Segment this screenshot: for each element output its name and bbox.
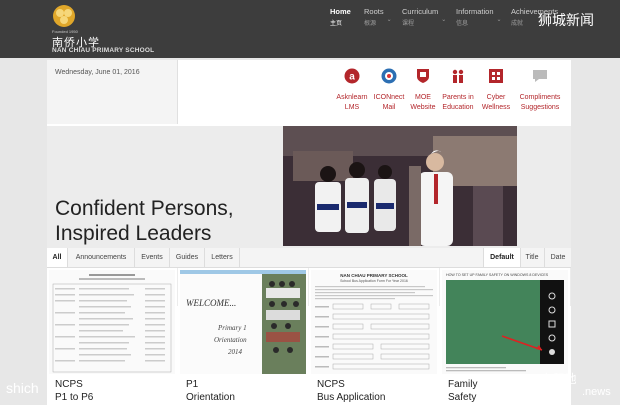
nav-information[interactable]: Information 信息 ⌄ — [456, 7, 502, 27]
card-title: P1 Orientation — [186, 378, 235, 404]
orientation-year-text: 2014 — [228, 348, 243, 356]
sort-date[interactable]: Date — [545, 248, 571, 267]
nav-roots[interactable]: Roots 根源 ⌄ — [364, 7, 392, 27]
nav-home[interactable]: Home 主页 — [330, 7, 351, 27]
nav-information-cn: 信息 — [456, 20, 469, 27]
nav-curriculum-cn: 课程 — [402, 20, 415, 27]
nav-information-label: Information — [456, 7, 494, 16]
card-title-line-1: Family — [448, 379, 478, 390]
quick-link-label: Compliments Suggestions — [519, 94, 561, 111]
card-p1-orientation[interactable]: WELCOME... Primary 1 Orientation 2014 P1… — [178, 268, 308, 405]
orientation-thumbnail: WELCOME... Primary 1 Orientation 2014 — [180, 270, 306, 374]
hero-title: Confident Persons, Inspired Leaders — [55, 196, 234, 246]
card-ncps-p1-p6[interactable]: NCPS P1 to P6 — [47, 268, 177, 405]
tab-announcements[interactable]: Announcements — [68, 248, 135, 267]
current-date: Wednesday, June 01, 2016 — [55, 69, 140, 76]
speech-bubble-icon — [533, 70, 547, 82]
card-title-line-2: Orientation — [186, 392, 235, 403]
watermark: 狮城新闻 — [538, 13, 594, 29]
bus-form-title-text: School Bus Application Form For Year 201… — [340, 279, 408, 283]
parents-icon — [452, 69, 464, 83]
tab-events[interactable]: Events — [135, 248, 170, 267]
card-thumbnail: WELCOME... Primary 1 Orientation 2014 — [180, 270, 306, 374]
watermark-right-text: EduTech自留地 — [493, 372, 577, 386]
document-table-thumbnail — [49, 270, 175, 374]
card-title: NCPS P1 to P6 — [55, 378, 93, 404]
bus-form-school-text: NAN CHIAU PRIMARY SCHOOL — [340, 273, 408, 278]
site-header: Founded 1950 南侨小学 NAN CHIAU PRIMARY SCHO… — [0, 0, 620, 58]
card-title-line-1: NCPS — [55, 379, 83, 390]
card-title: Family Safety — [448, 378, 477, 404]
date-box: Wednesday, June 01, 2016 — [47, 60, 178, 124]
sort-title[interactable]: Title — [520, 248, 545, 267]
mail-icon — [381, 68, 397, 84]
cyber-wellness-icon — [489, 69, 503, 83]
nav-home-cn: 主页 — [330, 20, 343, 27]
card-title-line-2: Safety — [448, 392, 477, 403]
nav-curriculum-label: Curriculum — [402, 7, 439, 16]
chevron-down-icon: ⌄ — [441, 17, 447, 23]
quick-link-moe[interactable]: MOE Website — [403, 68, 443, 113]
quick-link-label: Parents in Education — [442, 94, 474, 111]
school-logo[interactable]: Founded 1950 南侨小学 NAN CHIAU PRIMARY SCHO… — [48, 4, 178, 56]
hero-title-line-2: Inspired Leaders — [55, 222, 212, 245]
chevron-down-icon: ⌄ — [496, 17, 502, 23]
card-thumbnail: NAN CHIAU PRIMARY SCHOOL School Bus Appl… — [311, 270, 437, 374]
asknlearn-icon: a — [344, 68, 360, 84]
tab-letters[interactable]: Letters — [205, 248, 240, 267]
watermark-right: ◉ EduTech自留地 — [480, 370, 577, 387]
hero-photo-image — [283, 126, 517, 246]
filter-tabs: All Announcements Events Guides Letters … — [47, 248, 571, 268]
main-panel: Wednesday, June 01, 2016 a Asknlearn LMS… — [47, 60, 571, 405]
quick-link-compliments[interactable]: Compliments Suggestions — [517, 68, 563, 113]
moe-shield-icon — [417, 69, 429, 83]
quick-link-parents[interactable]: Parents in Education — [438, 68, 478, 113]
school-crest-icon — [53, 5, 75, 27]
orientation-welcome-text: WELCOME... — [186, 298, 236, 308]
card-title-line-1: P1 — [186, 379, 199, 390]
quick-link-label: MOE Website — [410, 94, 436, 111]
orientation-orientation-text: Orientation — [214, 336, 247, 344]
nav-roots-cn: 根源 — [364, 20, 377, 27]
card-title-line-2: P1 to P6 — [55, 392, 94, 403]
logo-english-name: NAN CHIAU PRIMARY SCHOOL — [52, 47, 155, 54]
family-safety-thumbnail: HOW TO SET UP FAMILY SAFETY ON WINDOWS 8… — [442, 270, 568, 374]
card-title-line-2: Bus Application — [317, 392, 386, 403]
quick-link-asknlearn[interactable]: a Asknlearn LMS — [332, 68, 372, 113]
watermark-left: shich — [6, 380, 39, 396]
svg-text:a: a — [349, 72, 355, 83]
orientation-primary-text: Primary 1 — [217, 324, 247, 332]
quick-link-label: Cyber Wellness — [481, 94, 511, 111]
card-title: NCPS Bus Application — [317, 378, 385, 404]
wechat-icon: ◉ — [480, 372, 491, 386]
quick-link-cyber-wellness[interactable]: Cyber Wellness — [476, 68, 516, 113]
quick-link-label: Asknlearn LMS — [336, 94, 368, 111]
bus-form-thumbnail: NAN CHIAU PRIMARY SCHOOL School Bus Appl… — [311, 270, 437, 374]
card-thumbnail — [49, 270, 175, 374]
watermark-right-2: .news — [582, 386, 611, 398]
card-thumbnail: HOW TO SET UP FAMILY SAFETY ON WINDOWS 8… — [442, 270, 568, 374]
nav-roots-label: Roots — [364, 7, 384, 16]
hero-photo — [283, 126, 517, 246]
tab-guides[interactable]: Guides — [170, 248, 205, 267]
card-ncps-bus-application[interactable]: NAN CHIAU PRIMARY SCHOOL School Bus Appl… — [309, 268, 439, 405]
chevron-down-icon: ⌄ — [386, 17, 392, 23]
hero-title-line-1: Confident Persons, — [55, 197, 234, 220]
family-safety-heading-text: HOW TO SET UP FAMILY SAFETY ON WINDOWS 8… — [446, 273, 549, 277]
nav-home-label: Home — [330, 7, 351, 16]
tab-all[interactable]: All — [47, 248, 68, 267]
sort-default[interactable]: Default — [483, 248, 521, 267]
nav-curriculum[interactable]: Curriculum 课程 ⌄ — [402, 7, 446, 27]
card-title-line-1: NCPS — [317, 379, 345, 390]
